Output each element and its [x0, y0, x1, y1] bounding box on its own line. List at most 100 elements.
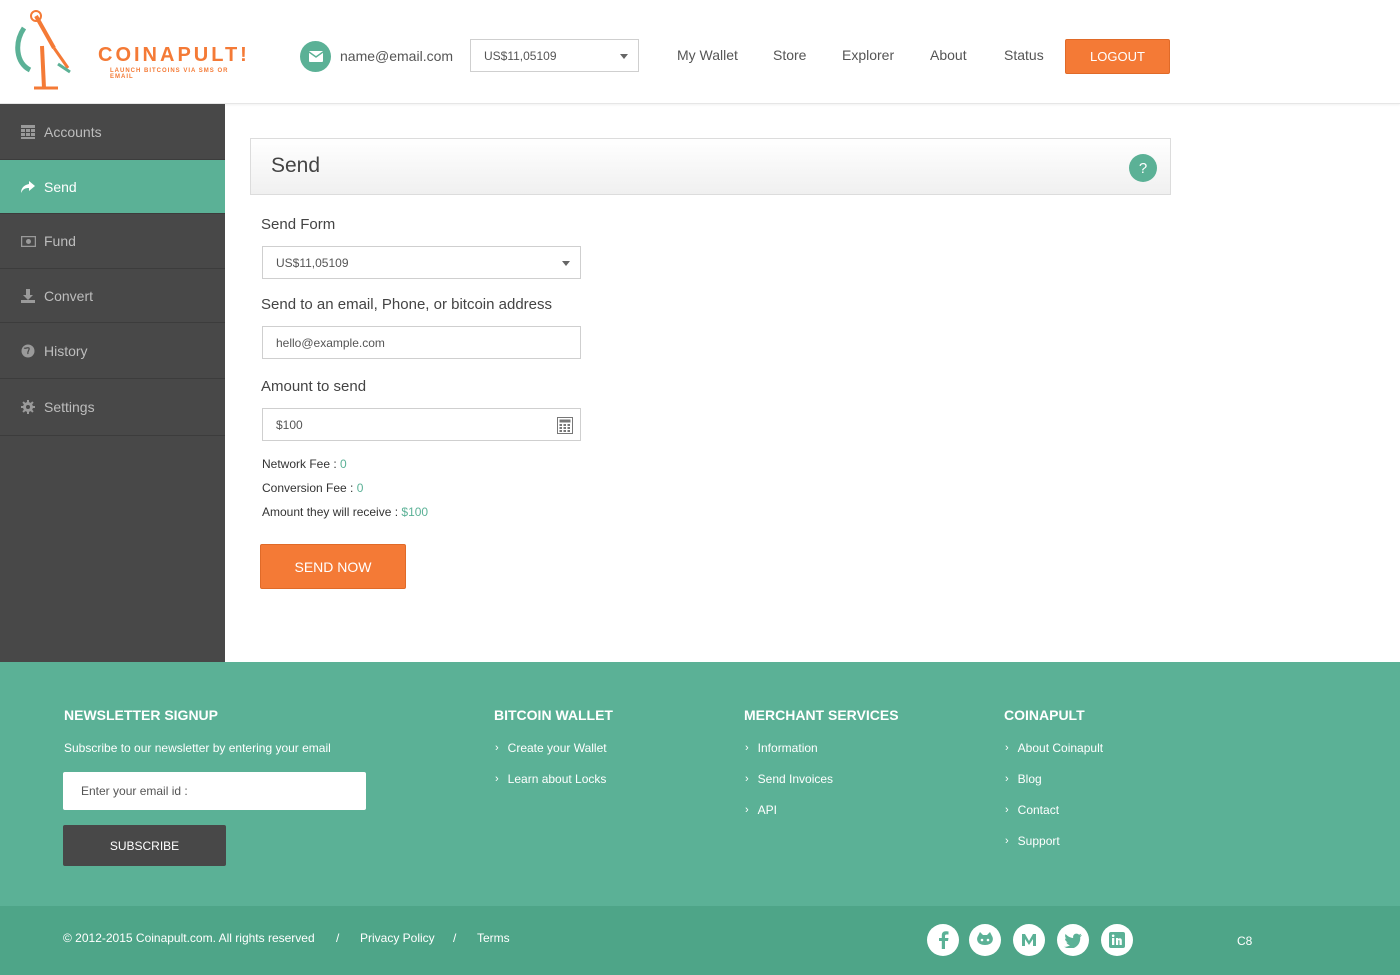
privacy-policy-link[interactable]: Privacy Policy	[360, 931, 435, 945]
twitter-icon[interactable]	[1057, 924, 1089, 956]
envelope-icon	[300, 40, 331, 72]
medium-icon[interactable]	[1013, 924, 1045, 956]
newsletter-email-input[interactable]: Enter your email id :	[63, 772, 366, 810]
sidebar: Accounts Send Fund Convert History Setti…	[0, 104, 225, 662]
footer-link-label: Create your Wallet	[507, 741, 607, 755]
newsletter-title: NEWSLETTER SIGNUP	[64, 707, 219, 723]
footer-link-label: About Coinapult	[1017, 741, 1104, 755]
chevron-down-icon	[562, 261, 570, 266]
nav-my-wallet[interactable]: My Wallet	[677, 47, 738, 63]
chevron-right-icon: ›	[1005, 835, 1009, 847]
send-form-select[interactable]: US$11,05109	[262, 246, 581, 279]
coinapult-title: COINAPULT	[1004, 707, 1085, 723]
recipient-input[interactable]: hello@example.com	[262, 326, 581, 359]
sidebar-item-fund[interactable]: Fund	[0, 214, 225, 269]
send-form-select-value: US$11,05109	[276, 255, 349, 270]
footer-link-label: Support	[1017, 834, 1060, 848]
subscribe-button[interactable]: SUBSCRIBE	[63, 825, 226, 866]
send-panel-header: Send ?	[250, 138, 1171, 195]
chevron-right-icon: ›	[745, 773, 749, 785]
receive-amount-value: $100	[401, 505, 429, 519]
separator: /	[336, 931, 340, 945]
separator: /	[453, 931, 457, 945]
help-button[interactable]: ?	[1129, 154, 1157, 182]
logo-text: COINAPULT!	[98, 44, 250, 66]
newsletter-placeholder: Enter your email id :	[81, 784, 188, 798]
calculator-icon[interactable]	[557, 417, 573, 437]
page-title: Send	[271, 154, 321, 177]
sidebar-item-label: Fund	[44, 233, 76, 249]
footer: NEWSLETTER SIGNUP Subscribe to our newsl…	[0, 662, 1400, 906]
recipient-label: Send to an email, Phone, or bitcoin addr…	[261, 296, 553, 313]
footer-link-label: Learn about Locks	[507, 772, 607, 786]
sidebar-item-label: History	[44, 342, 88, 359]
terms-link[interactable]: Terms	[477, 931, 510, 945]
nav-about[interactable]: About	[930, 47, 967, 63]
chevron-right-icon: ›	[745, 742, 749, 754]
amount-input[interactable]: $100	[262, 408, 581, 441]
chevron-right-icon: ›	[495, 773, 499, 785]
recipient-placeholder: hello@example.com	[276, 335, 385, 350]
header: COINAPULT! LAUNCH BITCOINS VIA SMS OR EM…	[0, 0, 1400, 104]
nav-explorer[interactable]: Explorer	[842, 47, 894, 63]
coinapult-logo[interactable]: COINAPULT! LAUNCH BITCOINS VIA SMS OR EM…	[14, 8, 247, 90]
nav-store[interactable]: Store	[773, 47, 806, 63]
copyright: © 2012-2015 Coinapult.com. All rights re…	[63, 931, 315, 945]
chevron-right-icon: ›	[745, 804, 749, 816]
network-fee-label: Network Fee :	[262, 457, 337, 471]
receive-amount: Amount they will receive : $100	[262, 505, 428, 519]
footer-link-blog[interactable]: › Blog	[1005, 772, 1042, 786]
footer-link-about[interactable]: › About Coinapult	[1005, 741, 1103, 755]
sidebar-item-settings[interactable]: Settings	[0, 379, 225, 436]
send-now-button[interactable]: SEND NOW	[260, 544, 406, 589]
footer-link-learn-locks[interactable]: › Learn about Locks	[495, 772, 606, 786]
chevron-right-icon: ›	[1005, 773, 1009, 785]
footer-link-support[interactable]: › Support	[1005, 834, 1060, 848]
corner-text: C8	[1237, 934, 1253, 948]
nav-status[interactable]: Status	[1004, 47, 1044, 63]
sidebar-item-label: Convert	[44, 287, 94, 304]
sidebar-item-label: Send	[44, 178, 77, 195]
sidebar-item-label: Settings	[44, 399, 95, 415]
linkedin-icon[interactable]	[1101, 924, 1133, 956]
footer-link-information[interactable]: › Information	[745, 741, 818, 755]
sidebar-item-convert[interactable]: Convert	[0, 269, 225, 323]
download-icon	[20, 288, 36, 304]
sidebar-item-history[interactable]: History	[0, 323, 225, 379]
chevron-right-icon: ›	[1005, 742, 1009, 754]
conversion-fee-value: 0	[356, 481, 364, 495]
chevron-right-icon: ›	[495, 742, 499, 754]
balance-select[interactable]: US$11,05109	[470, 39, 639, 72]
network-fee-value: 0	[340, 457, 347, 471]
bitcoin-wallet-title: BITCOIN WALLET	[494, 707, 613, 723]
sidebar-item-label: Accounts	[44, 123, 102, 140]
logo-tagline: LAUNCH BITCOINS VIA SMS OR EMAIL	[110, 68, 229, 80]
amount-label: Amount to send	[261, 378, 367, 395]
money-icon	[20, 233, 36, 249]
footer-link-label: API	[757, 803, 778, 817]
footer-link-api[interactable]: › API	[745, 803, 777, 817]
sidebar-item-send[interactable]: Send	[0, 160, 225, 214]
footer-link-contact[interactable]: › Contact	[1005, 803, 1059, 817]
github-icon[interactable]	[969, 924, 1001, 956]
footer-link-create-wallet[interactable]: › Create your Wallet	[495, 741, 607, 755]
email-address: name@email.com	[340, 48, 454, 64]
footer-link-label: Blog	[1017, 772, 1042, 786]
footer-link-label: Information	[757, 741, 818, 755]
facebook-icon[interactable]	[927, 924, 959, 956]
footer-link-send-invoices[interactable]: › Send Invoices	[745, 772, 833, 786]
gear-icon	[20, 399, 36, 415]
network-fee: Network Fee : 0	[262, 457, 347, 471]
chevron-right-icon: ›	[1005, 804, 1009, 816]
share-icon	[20, 179, 36, 195]
amount-value: $100	[276, 417, 303, 432]
logout-button[interactable]: LOGOUT	[1065, 39, 1170, 74]
newsletter-subtitle: Subscribe to our newsletter by entering …	[64, 741, 331, 755]
catapult-icon	[15, 10, 71, 90]
sidebar-item-accounts[interactable]: Accounts	[0, 104, 225, 160]
conversion-fee-label: Conversion Fee :	[262, 481, 354, 495]
conversion-fee: Conversion Fee : 0	[262, 481, 363, 495]
receive-amount-label: Amount they will receive :	[262, 505, 399, 519]
merchant-services-title: MERCHANT SERVICES	[744, 707, 899, 723]
balance-select-value: US$11,05109	[484, 48, 557, 63]
